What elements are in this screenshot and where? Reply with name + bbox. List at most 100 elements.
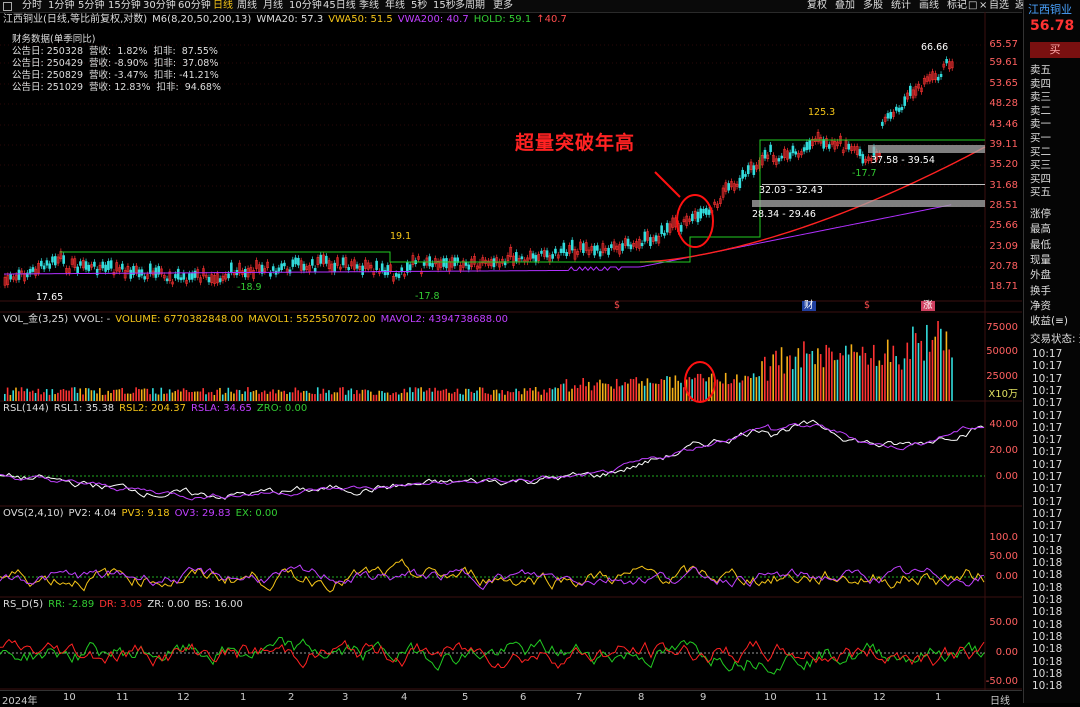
period-tab-2[interactable]: 5分钟 (78, 0, 104, 12)
toolbar-action-2[interactable]: 多股 (863, 0, 883, 12)
period-tab-1[interactable]: 1分钟 (48, 0, 74, 12)
volume-bar (202, 388, 204, 401)
candle-body (780, 155, 784, 159)
period-tab-6[interactable]: 日线 (213, 0, 233, 12)
date-tick: 6 (520, 692, 527, 703)
date-tick: 10 (764, 692, 777, 703)
volume-bar (560, 384, 562, 401)
volume-bar (518, 391, 520, 401)
volume-bar (590, 390, 593, 401)
stock-name[interactable]: 江西铜业 (1028, 1, 1072, 17)
volume-bar (205, 394, 207, 401)
volume-bar (526, 390, 529, 401)
date-tick: 2024年 (2, 696, 38, 707)
candle-body (269, 272, 272, 277)
candle-body (79, 261, 82, 266)
volume-bar (389, 394, 392, 401)
volume-bar (666, 376, 668, 401)
volume-bar (291, 392, 294, 401)
volume-bar (177, 389, 179, 401)
event-marker[interactable]: 财 (802, 301, 816, 311)
period-tab-12[interactable]: 年线 (385, 0, 405, 12)
volume-bar (339, 387, 341, 401)
candle-body (707, 209, 711, 215)
date-tick: 1 (240, 692, 247, 703)
toolbar-action-6[interactable]: 自选 (989, 0, 1009, 12)
toolbar-action-1[interactable]: 叠加 (835, 0, 855, 12)
stat-label: 现量 (1030, 253, 1051, 266)
volume-tick: 50000 (986, 346, 1018, 357)
candle-body (280, 263, 283, 270)
stat-label: 最高 (1030, 223, 1051, 236)
rsl-tick: 20.00 (989, 445, 1018, 456)
volume-bar (437, 390, 439, 401)
square-icon[interactable]: □ (968, 0, 977, 12)
candle-body (665, 222, 669, 233)
buy-button[interactable]: 买 (1030, 42, 1080, 58)
date-tick: 5 (462, 692, 469, 703)
volume-bar (752, 373, 755, 401)
volume-bar (171, 392, 174, 401)
period-tab-16[interactable]: 更多 (493, 0, 513, 12)
period-tab-14[interactable]: 15秒 (433, 0, 456, 12)
candle-body (827, 144, 831, 149)
candle-body (492, 258, 496, 268)
volume-bar (831, 351, 833, 401)
period-tab-9[interactable]: 10分钟 (289, 0, 322, 12)
event-marker[interactable]: 涨 (921, 301, 935, 311)
volume-bar (864, 353, 867, 401)
chart-canvas[interactable] (0, 12, 1022, 690)
date-tick: 1 (935, 692, 942, 703)
period-tab-3[interactable]: 15分钟 (108, 0, 141, 12)
period-tab-15[interactable]: 多周期 (455, 0, 485, 12)
candle-body (53, 256, 57, 266)
volume-bar (356, 390, 358, 401)
candle-body (62, 255, 65, 264)
period-tab-7[interactable]: 周线 (237, 0, 257, 12)
volume-bar (361, 389, 364, 401)
period-tab-0[interactable]: 分时 (22, 0, 42, 12)
indicator-value: MAVOL2: 4394738688.00 (380, 314, 508, 325)
panel-toggle-icon[interactable] (3, 2, 12, 11)
period-tab-5[interactable]: 60分钟 (178, 0, 211, 12)
volume-bar (445, 388, 448, 401)
candle-body (31, 267, 35, 272)
volume-bar (856, 352, 858, 401)
volume-bar (9, 394, 12, 401)
price-tick: 43.46 (989, 119, 1018, 130)
volume-bar (766, 380, 769, 401)
event-marker[interactable]: $ (864, 301, 870, 311)
volume-bar (31, 390, 34, 401)
period-tab-11[interactable]: 季线 (359, 0, 379, 12)
candle-body (936, 76, 940, 81)
candle-body (397, 273, 401, 278)
period-label: 日线 (990, 696, 1010, 707)
candle-body (744, 174, 747, 177)
period-tab-13[interactable]: 5秒 (411, 0, 427, 12)
volume-bar (814, 364, 816, 401)
candle-body (858, 149, 862, 157)
main-panel-title: 江西铜业(日线,等比前复权,对数) M6(8,20,50,200,13) WMA20… (3, 13, 577, 26)
indicator-value: DR: 3.05 (99, 599, 143, 610)
tick-time: 10:17 (1032, 532, 1063, 545)
toolbar-action-4[interactable]: 画线 (919, 0, 939, 12)
close-icon[interactable]: × (979, 0, 987, 12)
candle-body (129, 269, 133, 279)
volume-bar (694, 377, 696, 401)
event-marker[interactable]: $ (614, 301, 620, 311)
date-tick: 12 (873, 692, 886, 703)
minus-icon[interactable]: – (957, 0, 962, 12)
volume-bar (601, 383, 604, 401)
period-tab-4[interactable]: 30分钟 (143, 0, 176, 12)
volume-bar (272, 389, 274, 401)
volume-bar (302, 391, 305, 401)
period-tab-10[interactable]: 45日线 (323, 0, 356, 12)
toolbar-action-0[interactable]: 复权 (807, 0, 827, 12)
candle-body (361, 265, 364, 275)
volume-bar (353, 394, 355, 401)
volume-bar (411, 392, 414, 401)
toolbar-action-3[interactable]: 统计 (891, 0, 911, 12)
tick-time: 10:17 (1032, 348, 1063, 360)
candle-body (313, 268, 317, 272)
period-tab-8[interactable]: 月线 (263, 0, 283, 12)
